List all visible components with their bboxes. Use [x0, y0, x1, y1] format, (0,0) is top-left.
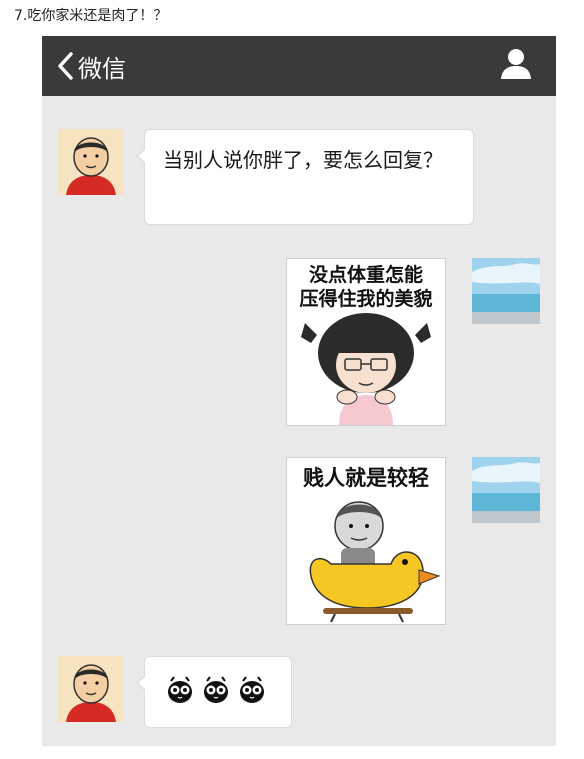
my-avatar[interactable] [472, 457, 540, 523]
my-avatar[interactable] [472, 258, 540, 324]
owl-emoji-icon [204, 676, 228, 703]
chevron-left-icon [58, 52, 73, 80]
sender-avatar[interactable] [58, 129, 124, 195]
emoji-row [145, 657, 291, 723]
sticker-caption: 贱人就是较轻 [303, 466, 429, 490]
sticker-message[interactable]: 贱人就是较轻 [286, 457, 446, 625]
owl-emoji-icon [240, 676, 264, 703]
owl-emoji-icon [168, 676, 192, 703]
sticker-message[interactable]: 没点体重怎能 压得住我的美貌 [286, 258, 446, 426]
profile-icon[interactable] [498, 46, 534, 82]
message-bubble-incoming[interactable]: 当别人说你胖了，要怎么回复？ [136, 129, 474, 225]
back-button[interactable]: 微信 [56, 46, 126, 86]
message-bubble-incoming[interactable] [136, 656, 292, 728]
top-bar: 微信 [42, 36, 556, 96]
sticker-caption: 压得住我的美貌 [299, 288, 433, 310]
page-caption: 7.吃你家米还是肉了！？ [14, 8, 168, 24]
sticker-caption: 没点体重怎能 [308, 264, 423, 286]
back-label: 微信 [78, 54, 126, 83]
sticker-girl-image [301, 313, 431, 425]
sticker-duck-image [309, 501, 441, 623]
sender-avatar[interactable] [58, 656, 124, 722]
chat-window: 微信 当别人说你胖了，要怎么回复？ 没点体重怎能 压得住我的美貌 贱人就是较轻 [42, 36, 556, 746]
message-text: 当别人说你胖了，要怎么回复？ [163, 148, 443, 172]
